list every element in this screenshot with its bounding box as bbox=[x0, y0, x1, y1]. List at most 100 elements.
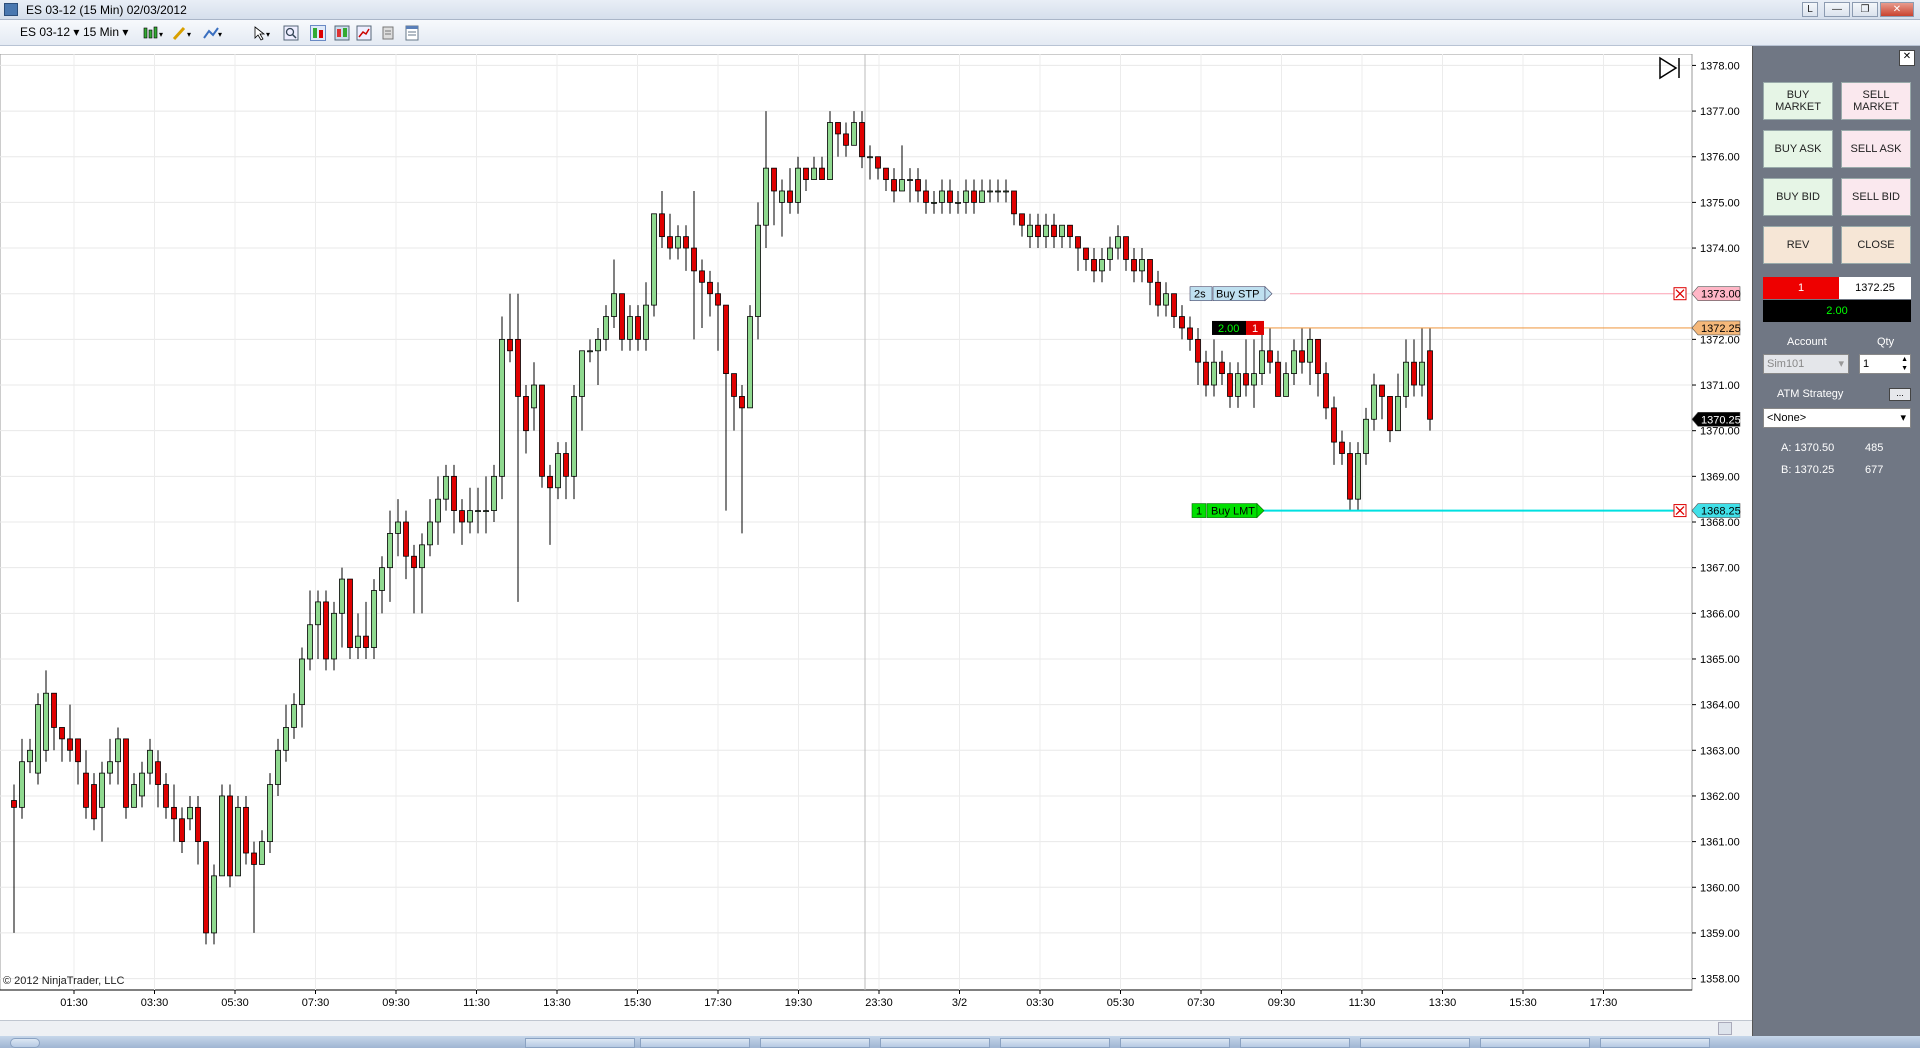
atm-strategy-select[interactable]: <None> ▾ bbox=[1763, 408, 1911, 428]
drawing-tool-icon[interactable]: ▾ bbox=[172, 25, 191, 41]
y-tick-label: 1358.00 bbox=[1700, 974, 1740, 986]
indicator-icon[interactable]: ▾ bbox=[202, 25, 222, 41]
candlestick-chart[interactable]: 1378.00 1377.00 1376.00 1375.00 1374.00 1373.… bbox=[0, 54, 1752, 1020]
candle-up bbox=[675, 236, 681, 249]
candle-up bbox=[419, 544, 425, 569]
candle-down bbox=[1427, 350, 1433, 420]
candle-down bbox=[1091, 259, 1097, 272]
x-tick-label: 11:30 bbox=[1349, 997, 1376, 1009]
candle-up bbox=[395, 521, 401, 534]
scroll-thumb[interactable] bbox=[1718, 1022, 1732, 1035]
cursor-icon[interactable]: ▾ bbox=[252, 25, 270, 41]
candle-down bbox=[459, 510, 465, 523]
buy-market-label: BUY MARKET bbox=[1775, 89, 1821, 113]
candle-up bbox=[827, 122, 833, 180]
candle-down bbox=[227, 795, 233, 877]
candle-down bbox=[819, 167, 825, 180]
link-button[interactable]: L bbox=[1802, 2, 1818, 17]
candle-down bbox=[539, 384, 545, 477]
candle-down bbox=[1411, 361, 1417, 386]
account-value: Sim101 bbox=[1767, 358, 1805, 370]
taskbar-item[interactable] bbox=[1000, 1038, 1110, 1048]
taskbar-item[interactable] bbox=[1480, 1038, 1590, 1048]
taskbar-item[interactable] bbox=[1120, 1038, 1230, 1048]
reverse-button[interactable]: REV bbox=[1763, 226, 1833, 264]
buy-bid-button[interactable]: BUY BID bbox=[1763, 178, 1833, 216]
taskbar-item[interactable] bbox=[1360, 1038, 1470, 1048]
panel-close-icon[interactable]: ✕ bbox=[1899, 50, 1915, 66]
candle-up bbox=[611, 293, 617, 317]
candle-up bbox=[1259, 350, 1265, 375]
restore-button[interactable]: ❐ bbox=[1852, 2, 1878, 17]
chevron-down-icon: ▾ bbox=[1900, 412, 1906, 424]
position-pnl-text: 2.00 bbox=[1218, 323, 1239, 335]
properties-icon[interactable] bbox=[356, 25, 372, 41]
last-price-marker-text: 1370.25 bbox=[1701, 414, 1741, 426]
sell-market-button[interactable]: SELL MARKET bbox=[1841, 82, 1911, 120]
taskbar-item[interactable] bbox=[1240, 1038, 1350, 1048]
sell-ask-button[interactable]: SELL ASK bbox=[1841, 130, 1911, 168]
candle-down bbox=[1155, 281, 1161, 306]
candle-down bbox=[859, 122, 865, 158]
candle-up bbox=[219, 795, 225, 877]
close-window-button[interactable]: ✕ bbox=[1880, 2, 1914, 17]
candle-down bbox=[195, 806, 201, 843]
price-chart[interactable]: 1378.00 1377.00 1376.00 1375.00 1374.00 1373.… bbox=[0, 54, 1741, 1020]
taskbar-item[interactable] bbox=[525, 1038, 635, 1048]
snapshot-icon[interactable] bbox=[380, 25, 396, 41]
candle-down bbox=[67, 738, 73, 751]
candle-down bbox=[915, 179, 921, 192]
data-box-icon[interactable] bbox=[334, 25, 350, 41]
candle-up bbox=[1115, 236, 1121, 249]
ask-size: 485 bbox=[1865, 442, 1884, 454]
candle-up bbox=[1371, 384, 1377, 420]
quantity-stepper[interactable]: 1 ▲ ▼ bbox=[1859, 354, 1911, 374]
bar-type-icon[interactable]: ▾ bbox=[142, 25, 163, 41]
sell-bid-button[interactable]: SELL BID bbox=[1841, 178, 1911, 216]
candle-down bbox=[1067, 224, 1073, 238]
buy-ask-button[interactable]: BUY ASK bbox=[1763, 130, 1833, 168]
template-icon[interactable] bbox=[404, 25, 420, 41]
instrument-selector[interactable]: ES 03-12 ▾ bbox=[20, 25, 79, 39]
candle-up bbox=[1027, 224, 1033, 238]
chevron-down-icon: ▾ bbox=[122, 25, 129, 39]
taskbar-item[interactable] bbox=[640, 1038, 750, 1048]
stepper-arrows-icon[interactable]: ▲ ▼ bbox=[1901, 355, 1908, 373]
position-average-price: 1372.25 bbox=[1839, 277, 1911, 299]
taskbar-item[interactable] bbox=[760, 1038, 870, 1048]
candle-down bbox=[155, 761, 161, 785]
candle-up bbox=[747, 316, 753, 409]
candle-up bbox=[987, 190, 993, 193]
y-tick-label: 1376.00 bbox=[1700, 152, 1740, 164]
buy-market-button[interactable]: BUY MARKET bbox=[1763, 82, 1833, 120]
x-tick-label: 09:30 bbox=[1268, 997, 1296, 1009]
interval-selector[interactable]: 15 Min ▾ bbox=[83, 25, 128, 39]
candle-up bbox=[499, 338, 505, 477]
candle-up bbox=[35, 704, 41, 774]
candle-up bbox=[283, 727, 289, 751]
chart-trader-icon[interactable] bbox=[310, 25, 326, 41]
atm-settings-button[interactable]: ... bbox=[1889, 388, 1911, 401]
candle-down bbox=[803, 167, 809, 180]
candle-up bbox=[571, 396, 577, 477]
start-button[interactable] bbox=[10, 1038, 40, 1048]
account-select[interactable]: Sim101 ▾ bbox=[1763, 354, 1849, 374]
chart-scrollbar[interactable] bbox=[0, 1020, 1752, 1036]
close-position-button[interactable]: CLOSE bbox=[1841, 226, 1911, 264]
taskbar-item[interactable] bbox=[1600, 1038, 1710, 1048]
zoom-icon[interactable] bbox=[283, 25, 299, 41]
candle-down bbox=[179, 818, 185, 843]
minimize-button[interactable]: — bbox=[1824, 2, 1850, 17]
candle-down bbox=[1019, 213, 1025, 226]
bid-price-label: B: 1370.25 bbox=[1781, 464, 1835, 476]
position-pnl: 2.00 bbox=[1763, 300, 1911, 322]
buy-stop-label-text: Buy STP bbox=[1216, 289, 1259, 301]
candle-up bbox=[267, 784, 273, 843]
buy-limit-label-text: Buy LMT bbox=[1211, 506, 1255, 518]
taskbar-item[interactable] bbox=[880, 1038, 990, 1048]
candle-up bbox=[1107, 247, 1113, 260]
candle-down bbox=[1083, 247, 1089, 260]
candle-up bbox=[1291, 350, 1297, 375]
candle-up bbox=[371, 590, 377, 648]
x-tick-label: 3/2 bbox=[952, 997, 967, 1009]
